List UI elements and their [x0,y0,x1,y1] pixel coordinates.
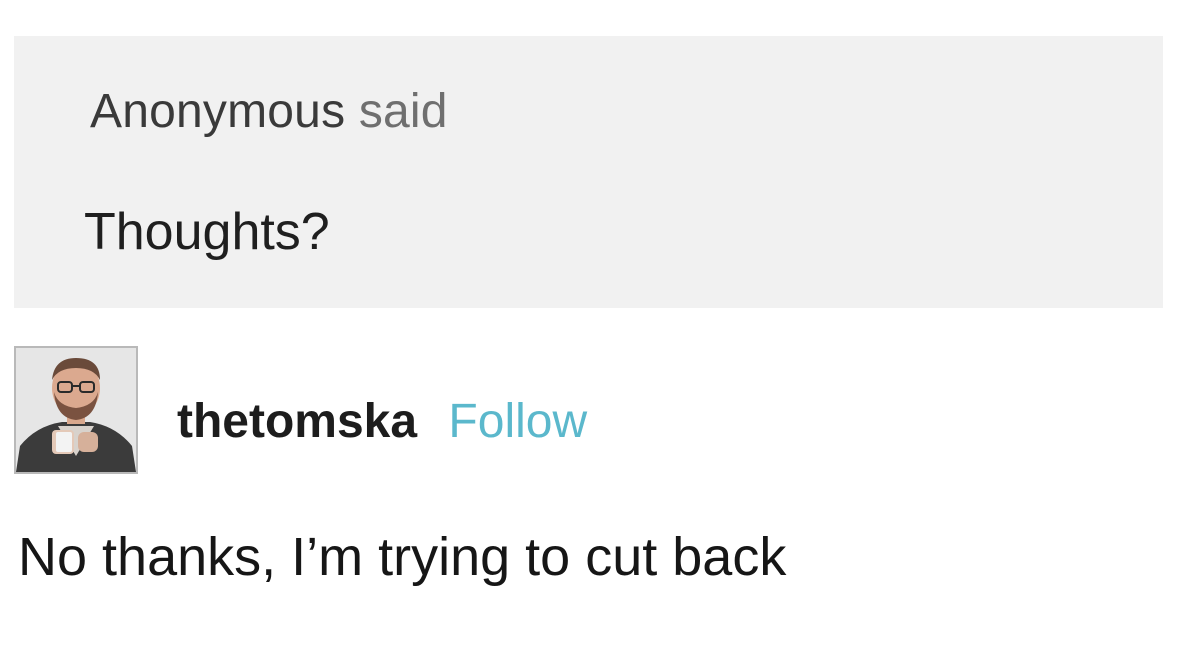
ask-box: Anonymous said Thoughts? [14,36,1163,308]
asker-line: Anonymous said [90,84,448,139]
asker-verb: said [358,85,448,138]
asker-name: Anonymous [90,85,346,138]
blog-line: thetomska Follow [177,394,587,449]
tumblr-post: Anonymous said Thoughts? thetomska Follo… [0,0,1179,651]
follow-button[interactable]: Follow [448,395,587,448]
answer-text: No thanks, I’m trying to cut back [18,527,787,587]
question-text: Thoughts? [84,203,330,261]
blog-name-link[interactable]: thetomska [177,395,417,448]
avatar[interactable] [14,346,138,474]
user-avatar-photo-icon [16,348,136,472]
